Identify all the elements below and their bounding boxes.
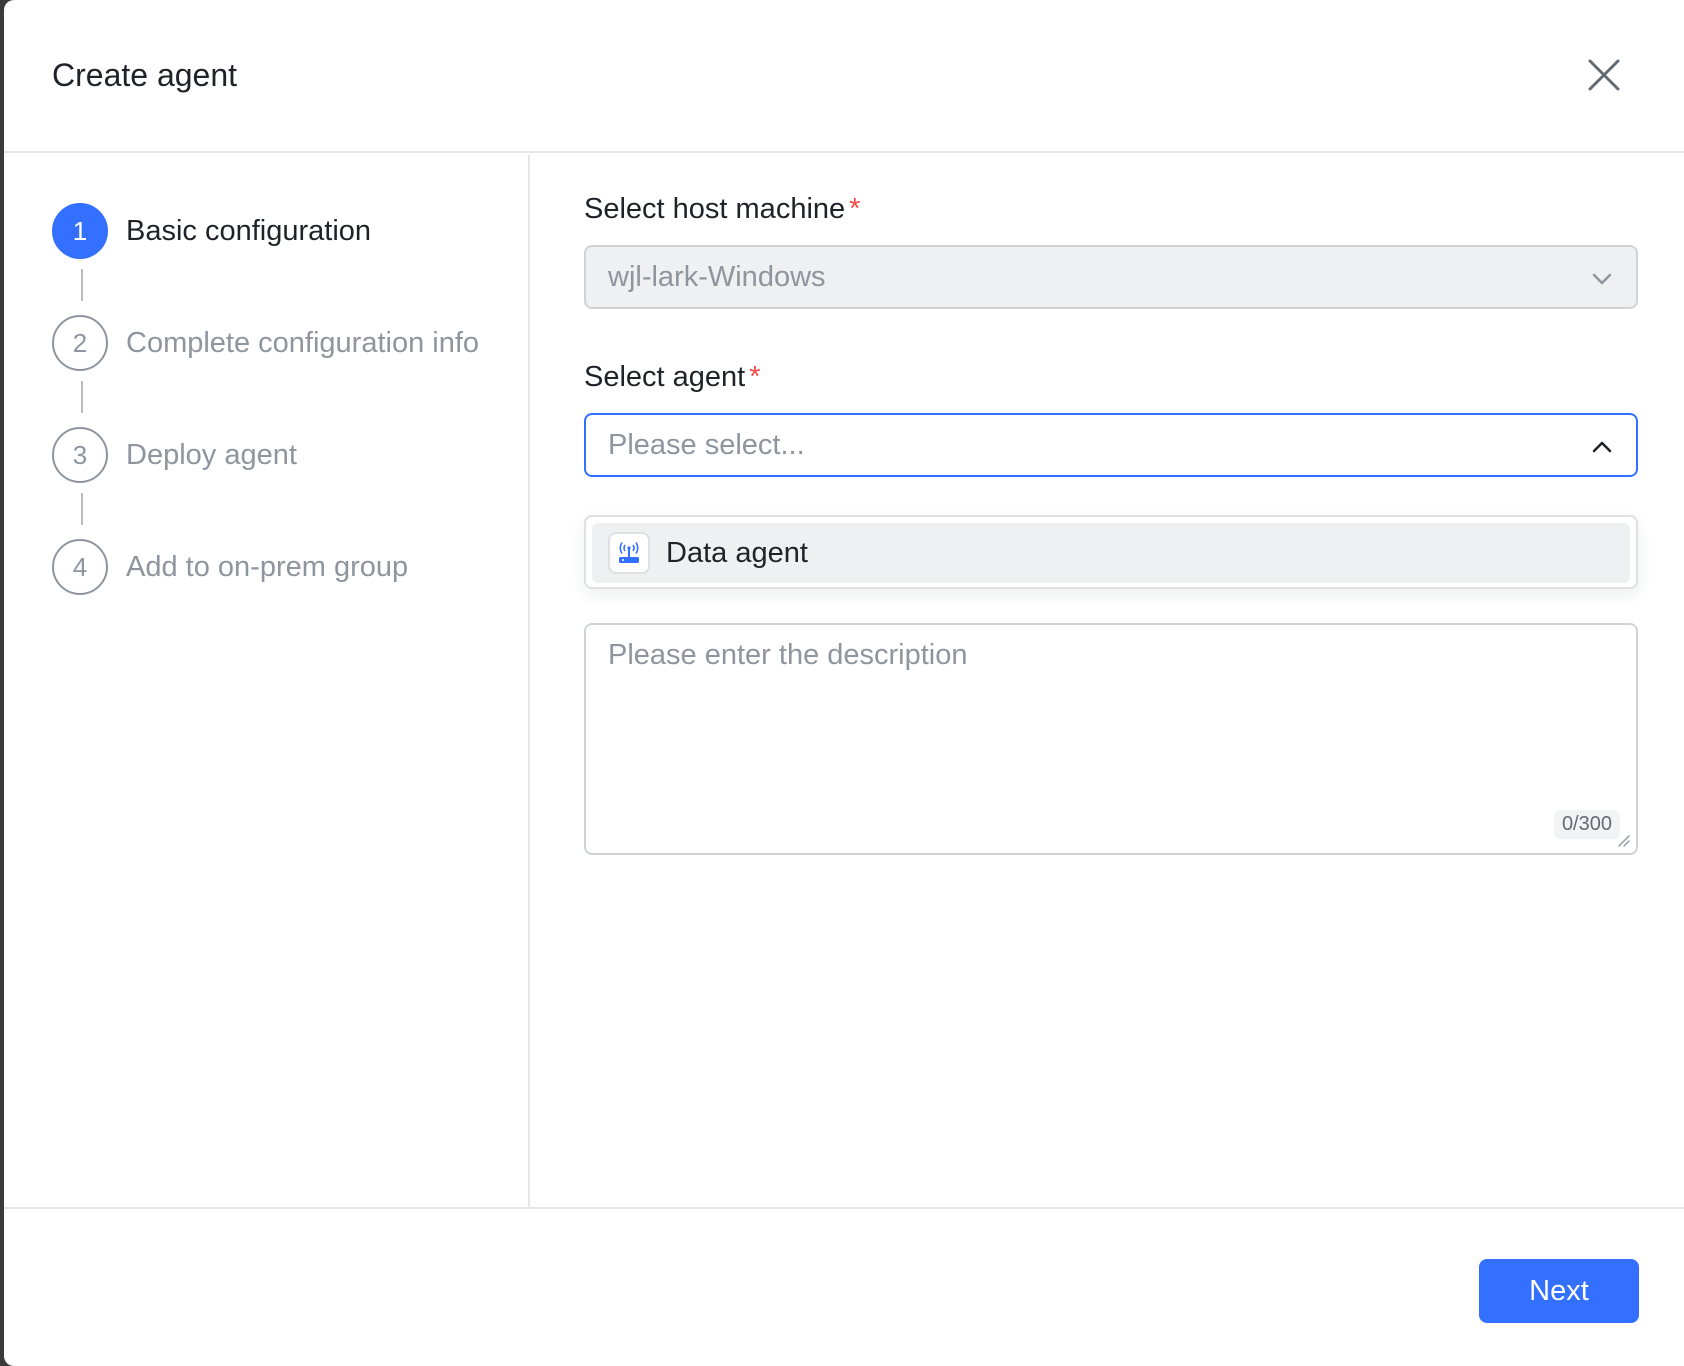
- host-machine-select[interactable]: wjl-lark-Windows: [584, 245, 1638, 309]
- host-machine-value: wjl-lark-Windows: [608, 260, 826, 293]
- step-label: Basic configuration: [126, 214, 372, 247]
- step-number: 1: [52, 203, 108, 259]
- step-basic-configuration: 1 Basic configuration: [52, 203, 371, 259]
- dialog-footer: Next: [4, 1207, 1684, 1366]
- chevron-up-icon: [1588, 433, 1616, 461]
- agent-select[interactable]: Please select...: [584, 413, 1638, 477]
- step-connector: [81, 493, 83, 525]
- dialog-title: Create agent: [52, 57, 238, 93]
- chevron-down-icon: [1588, 265, 1616, 293]
- character-counter: 0/300: [1553, 810, 1620, 839]
- step-deploy-agent: 3 Deploy agent: [52, 427, 297, 483]
- router-antenna-icon: [608, 532, 650, 574]
- step-connector: [81, 381, 83, 413]
- dialog-header: Create agent: [4, 0, 1684, 153]
- step-connector: [81, 269, 83, 301]
- agent-dropdown-menu: Data agent: [584, 515, 1638, 589]
- step-label: Add to on-prem group: [126, 550, 409, 583]
- agent-select-placeholder: Please select...: [608, 428, 805, 461]
- agent-option-data-agent[interactable]: Data agent: [592, 523, 1630, 583]
- agent-option-label: Data agent: [666, 536, 808, 569]
- agent-label: Select agent *: [584, 361, 761, 393]
- required-mark: *: [749, 361, 761, 393]
- resize-handle-icon[interactable]: [1616, 833, 1630, 847]
- description-placeholder: Please enter the description: [608, 639, 968, 671]
- step-add-to-on-prem-group: 4 Add to on-prem group: [52, 539, 408, 595]
- create-agent-dialog: Create agent 1 Basic configuration 2 Com…: [4, 0, 1684, 1366]
- close-button[interactable]: [1584, 55, 1624, 95]
- required-mark: *: [849, 193, 861, 225]
- step-complete-configuration-info: 2 Complete configuration info: [52, 315, 479, 371]
- next-button[interactable]: Next: [1479, 1259, 1639, 1323]
- close-icon: [1588, 59, 1620, 91]
- description-textarea[interactable]: Please enter the description 0/300: [584, 623, 1638, 855]
- step-number: 4: [52, 539, 108, 595]
- steps-sidebar: 1 Basic configuration 2 Complete configu…: [4, 155, 530, 1207]
- step-number: 2: [52, 315, 108, 371]
- host-machine-label: Select host machine *: [584, 193, 861, 225]
- step-number: 3: [52, 427, 108, 483]
- step-label: Complete configuration info: [126, 326, 480, 359]
- step-label: Deploy agent: [126, 438, 297, 471]
